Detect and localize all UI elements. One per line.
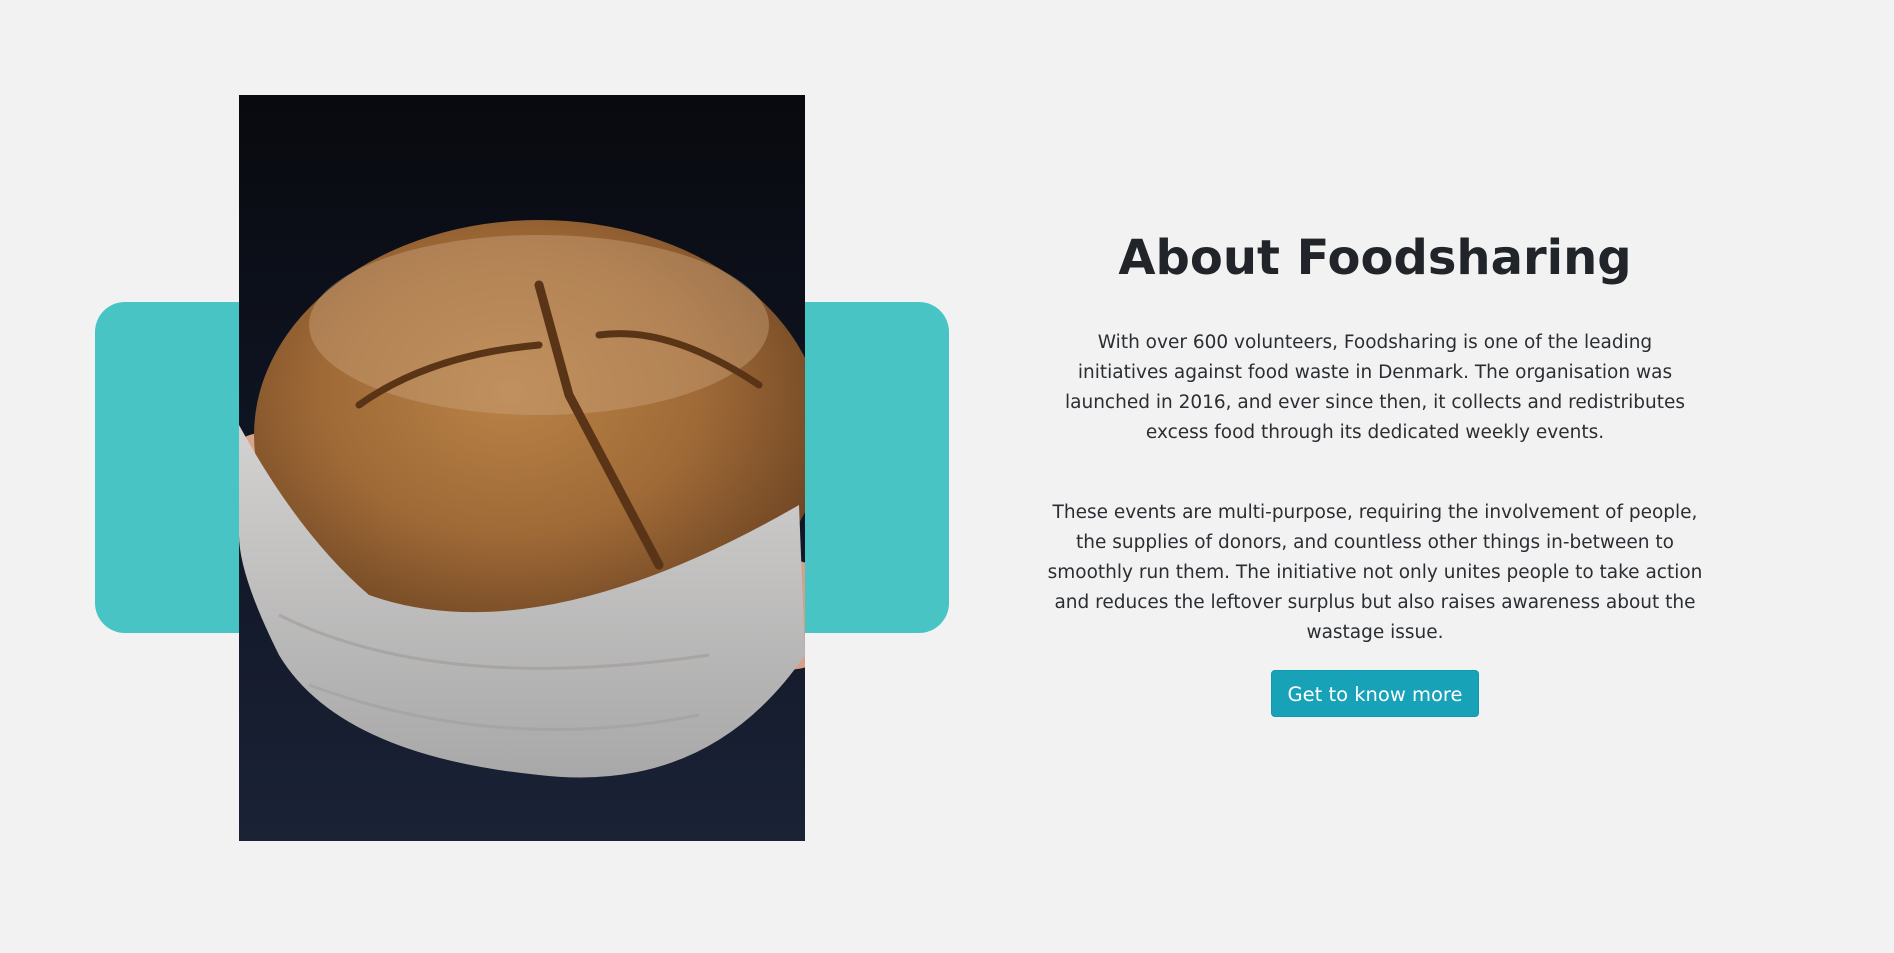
about-section: About Foodsharing With over 600 voluntee… [0, 0, 1894, 953]
about-title: About Foodsharing [1118, 230, 1632, 286]
about-paragraph-1: With over 600 volunteers, Foodsharing is… [1065, 331, 1685, 443]
about-paragraph-2: These events are multi-purpose, requirin… [1047, 501, 1703, 643]
get-to-know-more-button[interactable]: Get to know more [1270, 669, 1480, 717]
bread-photo [239, 95, 805, 841]
about-content: About Foodsharing With over 600 voluntee… [1040, 230, 1710, 717]
